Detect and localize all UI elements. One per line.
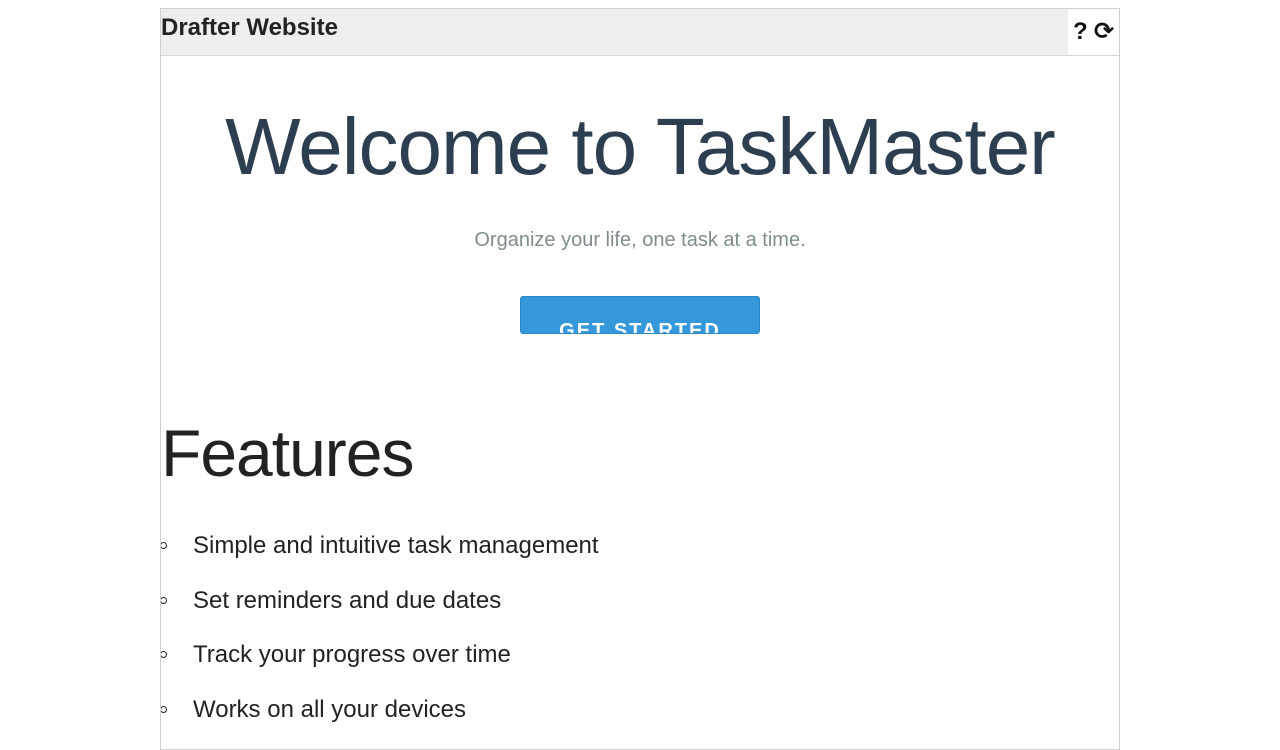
- hero-subtitle: Organize your life, one task at a time.: [474, 229, 806, 251]
- features-list: Simple and intuitive task management Set…: [161, 529, 599, 747]
- header-controls: ? ⟳: [1068, 9, 1119, 55]
- site-title: Drafter Website: [161, 14, 338, 41]
- list-item: Track your progress over time: [161, 638, 599, 693]
- features-heading: Features: [161, 416, 414, 490]
- bullet-icon: [161, 542, 167, 549]
- feature-text: Set reminders and due dates: [193, 586, 502, 614]
- refresh-icon[interactable]: ⟳: [1094, 18, 1114, 46]
- get-started-button[interactable]: GET STARTED: [520, 296, 760, 334]
- help-icon[interactable]: ?: [1073, 18, 1088, 46]
- list-item: Set reminders and due dates: [161, 584, 599, 639]
- list-item: Simple and intuitive task management: [161, 529, 599, 584]
- bullet-icon: [161, 596, 167, 604]
- get-started-label: GET STARTED: [559, 320, 721, 334]
- feature-text: Simple and intuitive task management: [193, 532, 599, 559]
- feature-text: Track your progress over time: [193, 641, 511, 668]
- hero-title: Welcome to TaskMaster: [225, 102, 1056, 191]
- page-frame: Drafter Website ? ⟳ Welcome to TaskMaste…: [160, 8, 1120, 750]
- bullet-icon: [161, 651, 167, 658]
- bullet-icon: [161, 705, 167, 713]
- header-bar: Drafter Website ? ⟳: [161, 9, 1119, 56]
- feature-text: Works on all your devices: [193, 695, 466, 723]
